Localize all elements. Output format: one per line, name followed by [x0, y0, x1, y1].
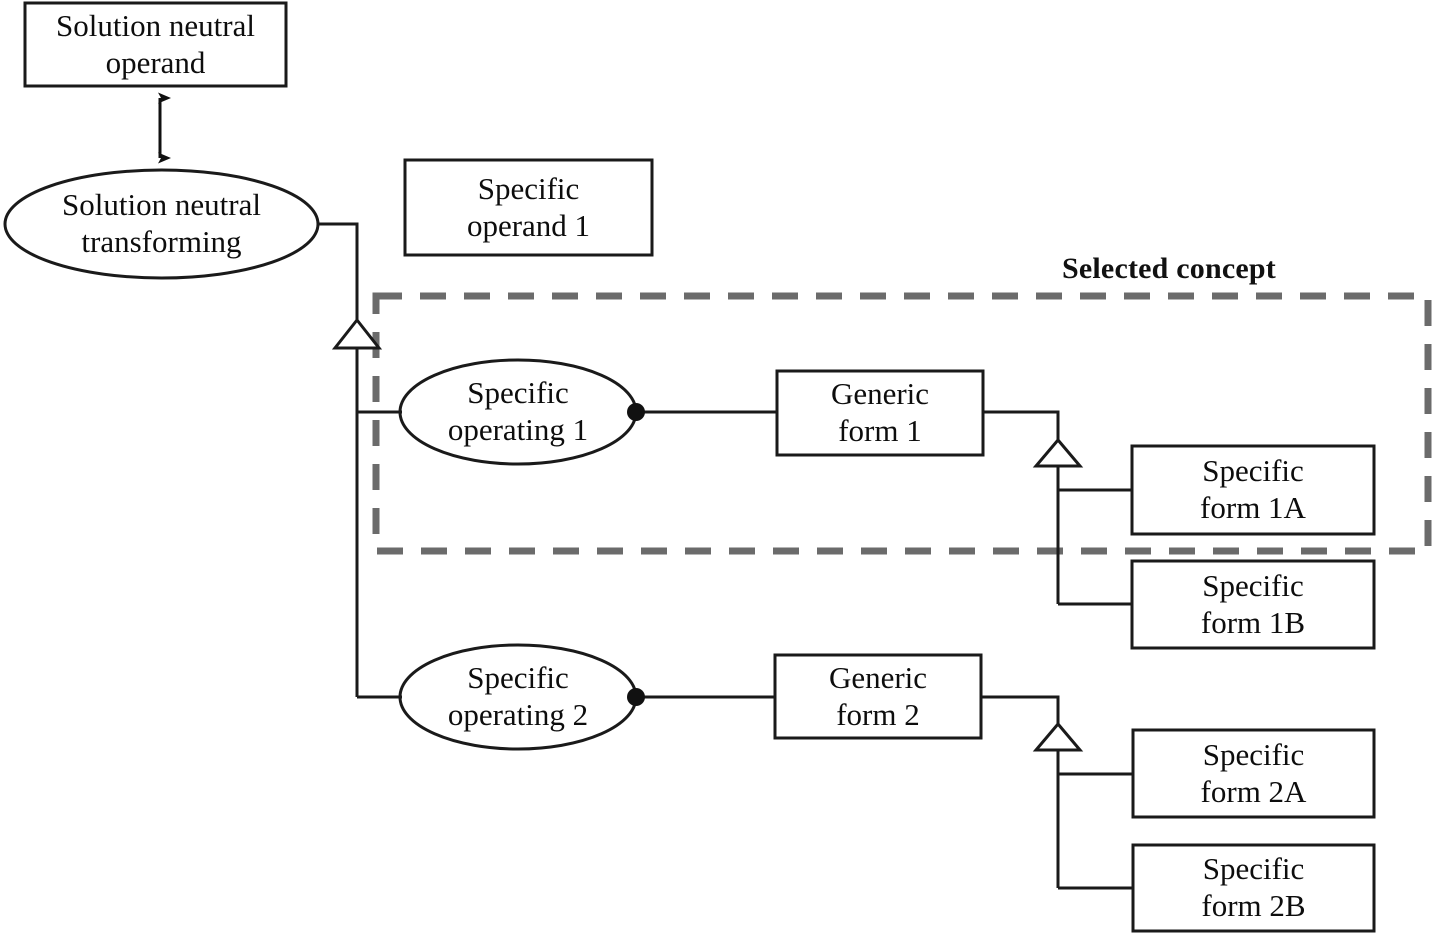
selected-concept-title: Selected concept	[1062, 252, 1276, 285]
connector-generic2-trunk	[981, 695, 1060, 724]
specific-form-1a-shape[interactable]	[1130, 444, 1376, 536]
solution-neutral-operand-shape[interactable]	[23, 1, 288, 88]
specific-operand-1-shape[interactable]	[403, 158, 654, 257]
specific-form-2a-shape[interactable]	[1131, 728, 1376, 819]
composition-dot-1-icon	[627, 403, 645, 421]
diagram-vector-layer	[3, 1, 1432, 933]
generic-form-2-shape[interactable]	[773, 653, 983, 740]
generic-form-1-shape[interactable]	[775, 369, 985, 457]
connector-transforming-trunk	[318, 222, 359, 320]
composition-dot-2-icon	[627, 688, 645, 706]
connector-generic1-trunk	[983, 410, 1060, 440]
generalization-triangle-left-icon	[331, 317, 383, 350]
generalization-triangle-form2-icon	[1032, 721, 1084, 752]
diagram-canvas: Solution neutral operand Solution neutra…	[0, 0, 1436, 937]
specific-form-1b-shape[interactable]	[1130, 559, 1376, 650]
solution-neutral-transforming-shape[interactable]	[3, 168, 320, 280]
specific-operating-1-shape[interactable]	[398, 358, 638, 466]
generalization-triangle-form1-icon	[1032, 437, 1084, 468]
specific-form-2b-shape[interactable]	[1131, 843, 1376, 933]
specific-operating-2-shape[interactable]	[398, 643, 638, 751]
